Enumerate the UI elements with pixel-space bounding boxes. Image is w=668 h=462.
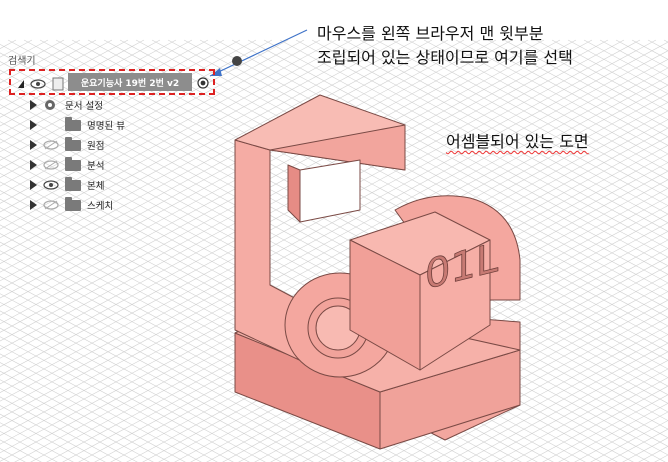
annotation-line-3: 어셈블되어 있는 도면 (446, 132, 589, 151)
folder-icon (65, 176, 81, 191)
expand-triangle-icon[interactable] (30, 140, 37, 150)
item-label: 명명된 뷰 (87, 121, 125, 132)
expand-triangle-icon[interactable] (30, 100, 37, 110)
activate-radio-icon[interactable] (197, 77, 209, 89)
expand-triangle-icon[interactable] (30, 180, 37, 190)
item-label: 분석 (87, 161, 105, 172)
root-node-label[interactable]: 운요기능사 19번 2번 v2 (68, 73, 192, 91)
folder-icon (65, 156, 81, 171)
browser-title: 검색기 (8, 56, 36, 67)
annotation-line-2: 조립되어 있는 상태이므로 여기를 선택 (317, 48, 573, 67)
expand-triangle-icon[interactable] (30, 200, 37, 210)
collapse-icon[interactable] (232, 56, 242, 66)
browser-item-bodies[interactable]: 본체 (30, 176, 104, 194)
browser-item-document-settings[interactable]: 문서 설정 (30, 96, 103, 114)
item-label: 원점 (87, 141, 105, 152)
expand-triangle-icon[interactable] (30, 120, 37, 130)
browser-item-sketches[interactable]: 스케치 (30, 196, 113, 214)
browser-item-analysis[interactable]: 분석 (30, 156, 104, 174)
item-label: 스케치 (87, 201, 114, 212)
annotation-line-1: 마우스를 왼쪽 브라우저 맨 윗부분 (317, 24, 544, 43)
item-label: 본체 (87, 181, 105, 192)
browser-item-origin[interactable]: 원점 (30, 136, 104, 154)
eye-icon[interactable] (43, 180, 59, 190)
browser-item-named-views[interactable]: 명명된 뷰 (30, 116, 125, 134)
item-label: 문서 설정 (65, 101, 103, 112)
folder-icon (65, 136, 81, 151)
eye-hidden-icon[interactable] (43, 160, 59, 170)
eye-hidden-icon[interactable] (43, 200, 59, 210)
folder-icon (65, 196, 81, 211)
gear-icon (45, 100, 55, 110)
folder-icon (65, 116, 81, 131)
eye-hidden-icon[interactable] (43, 140, 59, 150)
expand-triangle-icon[interactable] (30, 160, 37, 170)
